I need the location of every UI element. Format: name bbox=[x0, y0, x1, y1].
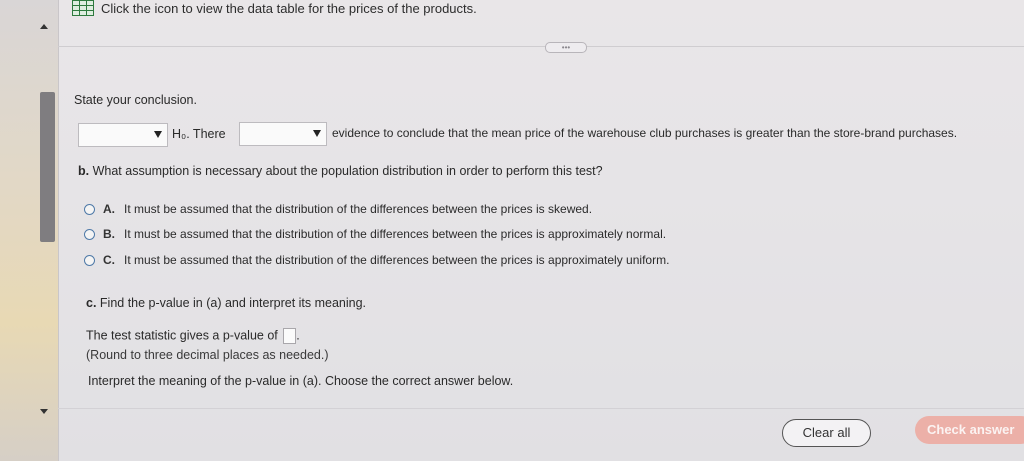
round-note: (Round to three decimal places as needed… bbox=[86, 348, 329, 362]
radio-option-a[interactable] bbox=[84, 203, 95, 215]
option-a-text: It must be assumed that the distribution… bbox=[124, 202, 593, 216]
dropdown-arrow-icon bbox=[313, 130, 321, 137]
interpret-prompt: Interpret the meaning of the p-value in … bbox=[88, 374, 514, 388]
evidence-select[interactable] bbox=[239, 122, 327, 146]
dropdown-arrow-icon bbox=[154, 131, 162, 138]
pvalue-text: The test statistic gives a p-value of bbox=[86, 328, 278, 343]
data-table-icon[interactable] bbox=[72, 0, 94, 16]
option-b-text: It must be assumed that the distribution… bbox=[124, 227, 667, 241]
check-answer-button[interactable]: Check answer bbox=[915, 416, 1024, 444]
part-b-letter: b. bbox=[78, 164, 90, 178]
conclusion-tail-text: evidence to conclude that the mean price… bbox=[332, 126, 958, 140]
scroll-down-icon[interactable] bbox=[40, 409, 48, 414]
scroll-up-icon[interactable] bbox=[40, 24, 48, 29]
option-c-letter: C. bbox=[103, 253, 115, 267]
part-b-question-text: What assumption is necessary about the p… bbox=[92, 164, 603, 178]
data-table-link[interactable]: Click the icon to view the data table fo… bbox=[72, 0, 477, 16]
option-b[interactable]: B. It must be assumed that the distribut… bbox=[84, 227, 666, 241]
left-rail bbox=[0, 0, 59, 461]
option-a-letter: A. bbox=[103, 202, 115, 216]
conclusion-prompt: State your conclusion. bbox=[74, 93, 197, 107]
data-table-header: Click the icon to view the data table fo… bbox=[58, 0, 1024, 46]
part-c-question-text: Find the p-value in (a) and interpret it… bbox=[99, 296, 367, 310]
part-c-question: c. Find the p-value in (a) and interpret… bbox=[86, 296, 366, 310]
clear-all-button[interactable]: Clear all bbox=[782, 419, 871, 447]
option-b-letter: B. bbox=[103, 227, 115, 241]
pvalue-line: The test statistic gives a p-value of . bbox=[86, 328, 300, 344]
pvalue-input[interactable] bbox=[283, 328, 297, 344]
data-table-link-text[interactable]: Click the icon to view the data table fo… bbox=[101, 1, 477, 16]
option-c-text: It must be assumed that the distribution… bbox=[124, 253, 670, 267]
part-b-question: b. What assumption is necessary about th… bbox=[78, 164, 603, 178]
radio-option-c[interactable] bbox=[84, 254, 95, 266]
footer-divider bbox=[58, 408, 1024, 409]
part-c-letter: c. bbox=[86, 296, 97, 310]
scrollbar-thumb[interactable] bbox=[40, 92, 55, 242]
option-c[interactable]: C. It must be assumed that the distribut… bbox=[84, 253, 669, 267]
question-content: State your conclusion. H₀. There evidenc… bbox=[58, 47, 1024, 461]
radio-option-b[interactable] bbox=[84, 228, 95, 240]
reject-decision-select[interactable] bbox=[78, 123, 168, 147]
option-a[interactable]: A. It must be assumed that the distribut… bbox=[84, 202, 592, 216]
h0-there-label: H₀. There bbox=[172, 127, 226, 141]
